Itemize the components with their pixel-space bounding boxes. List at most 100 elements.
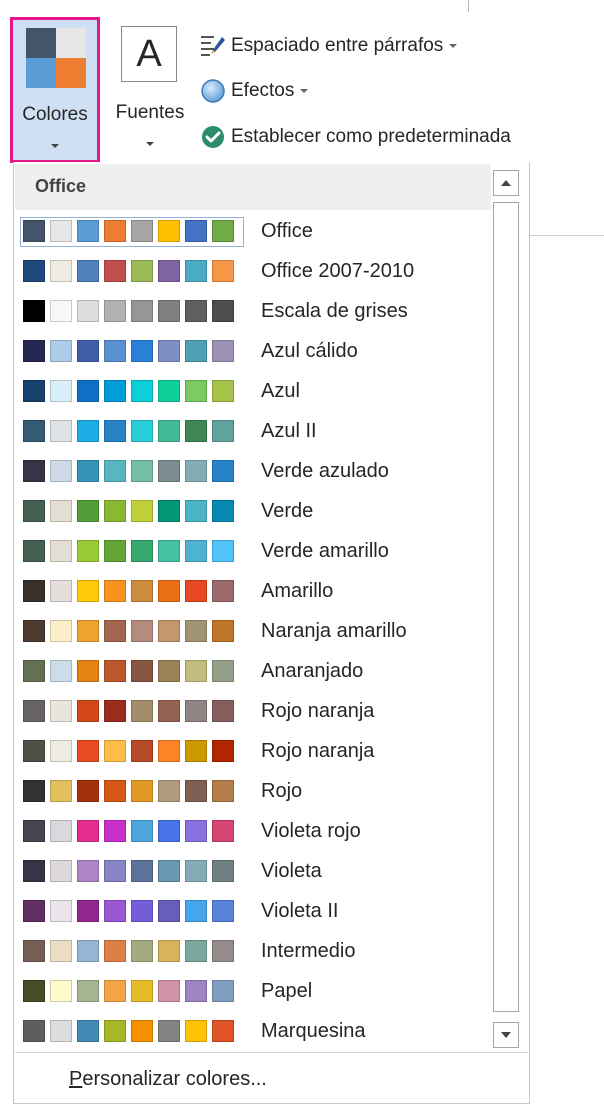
theme-name: Naranja amarillo xyxy=(261,620,407,642)
palette-swatch-orange xyxy=(56,58,86,88)
color-swatch xyxy=(104,340,126,362)
color-swatch-strip xyxy=(23,740,241,764)
color-swatch xyxy=(77,340,99,362)
color-swatch xyxy=(23,620,45,642)
color-swatch xyxy=(131,780,153,802)
color-swatch xyxy=(50,220,72,242)
theme-name: Marquesina xyxy=(261,1020,366,1042)
color-swatch xyxy=(77,660,99,682)
color-swatch xyxy=(131,460,153,482)
customize-colors-label: ersonalizar colores... xyxy=(82,1068,267,1090)
vertical-scrollbar[interactable] xyxy=(493,166,523,1052)
color-swatch xyxy=(23,780,45,802)
color-swatch xyxy=(185,940,207,962)
color-swatch xyxy=(158,740,180,762)
paragraph-spacing-icon xyxy=(200,33,226,59)
theme-row[interactable]: Rojo naranja xyxy=(19,734,489,770)
color-swatch xyxy=(131,620,153,642)
theme-row[interactable]: Azul xyxy=(19,374,489,410)
color-swatch-strip xyxy=(23,540,241,564)
theme-row[interactable]: Rojo xyxy=(19,774,489,810)
color-swatch xyxy=(50,740,72,762)
theme-row[interactable]: Anaranjado xyxy=(19,654,489,690)
theme-row[interactable]: Escala de grises xyxy=(19,294,489,330)
color-swatch xyxy=(158,620,180,642)
color-swatch xyxy=(50,940,72,962)
chevron-down-icon xyxy=(51,144,59,148)
color-swatch xyxy=(185,260,207,282)
theme-name: Office 2007-2010 xyxy=(261,260,415,282)
color-swatch xyxy=(158,220,180,242)
theme-row[interactable]: Violeta II xyxy=(19,894,489,930)
color-swatch xyxy=(212,660,234,682)
color-swatch xyxy=(158,260,180,282)
theme-name: Intermedio xyxy=(261,940,356,962)
set-default-button[interactable]: Establecer como predeterminada xyxy=(200,123,511,151)
effects-button[interactable]: Efectos xyxy=(200,77,309,105)
color-swatch xyxy=(77,740,99,762)
color-swatch xyxy=(158,300,180,322)
theme-name: Violeta II xyxy=(261,900,339,922)
color-swatch xyxy=(23,260,45,282)
effects-icon xyxy=(200,78,226,104)
color-swatch-strip xyxy=(23,260,241,284)
color-swatch-strip xyxy=(23,420,241,444)
customize-colors-link[interactable]: Personalizar colores... xyxy=(69,1068,267,1091)
color-swatch-strip xyxy=(23,900,241,924)
color-swatch xyxy=(77,900,99,922)
theme-row[interactable]: Azul II xyxy=(19,414,489,450)
theme-row[interactable]: Verde xyxy=(19,494,489,530)
theme-row[interactable]: Violeta rojo xyxy=(19,814,489,850)
color-swatch xyxy=(185,220,207,242)
color-palette-icon xyxy=(26,28,86,88)
color-swatch xyxy=(104,740,126,762)
color-swatch xyxy=(131,860,153,882)
color-swatch xyxy=(104,580,126,602)
scroll-thumb[interactable] xyxy=(493,202,519,1012)
fuentes-label: Fuentes xyxy=(115,102,185,123)
color-swatch-strip xyxy=(20,217,244,247)
theme-name: Rojo naranja xyxy=(261,740,375,762)
theme-row[interactable]: Amarillo xyxy=(19,574,489,610)
color-swatch xyxy=(185,820,207,842)
color-swatch xyxy=(50,380,72,402)
color-swatch xyxy=(131,220,153,242)
theme-row[interactable]: Marquesina xyxy=(19,1014,489,1050)
color-swatch xyxy=(185,420,207,442)
theme-row[interactable]: Office 2007-2010 xyxy=(19,254,489,290)
scroll-up-button[interactable] xyxy=(493,170,519,196)
color-swatch xyxy=(158,340,180,362)
color-swatch xyxy=(23,740,45,762)
color-swatch xyxy=(104,460,126,482)
theme-row[interactable]: Office xyxy=(19,214,489,250)
theme-row[interactable]: Verde azulado xyxy=(19,454,489,490)
theme-row[interactable]: Verde amarillo xyxy=(19,534,489,570)
scroll-down-button[interactable] xyxy=(493,1022,519,1048)
color-swatch xyxy=(158,700,180,722)
color-swatch xyxy=(212,580,234,602)
gallery-section-header: Office xyxy=(15,164,491,210)
paragraph-spacing-button[interactable]: Espaciado entre párrafos xyxy=(200,32,458,60)
theme-row[interactable]: Azul cálido xyxy=(19,334,489,370)
color-swatch xyxy=(77,420,99,442)
color-swatch xyxy=(131,340,153,362)
color-swatch xyxy=(212,420,234,442)
theme-row[interactable]: Rojo naranja xyxy=(19,694,489,730)
theme-row[interactable]: Intermedio xyxy=(19,934,489,970)
color-swatch xyxy=(131,940,153,962)
color-swatch xyxy=(212,340,234,362)
theme-row[interactable]: Violeta xyxy=(19,854,489,890)
color-swatch xyxy=(50,900,72,922)
color-swatch xyxy=(212,220,234,242)
fuentes-button[interactable]: A Fuentes xyxy=(106,20,194,162)
color-swatch xyxy=(104,660,126,682)
color-swatch xyxy=(77,260,99,282)
color-swatch xyxy=(104,420,126,442)
theme-row[interactable]: Naranja amarillo xyxy=(19,614,489,650)
palette-swatch-light xyxy=(56,28,86,58)
color-swatch-strip xyxy=(23,660,241,684)
color-swatch-strip xyxy=(23,340,241,364)
color-swatch xyxy=(104,900,126,922)
colores-button[interactable]: Colores xyxy=(10,17,100,163)
theme-row[interactable]: Papel xyxy=(19,974,489,1010)
